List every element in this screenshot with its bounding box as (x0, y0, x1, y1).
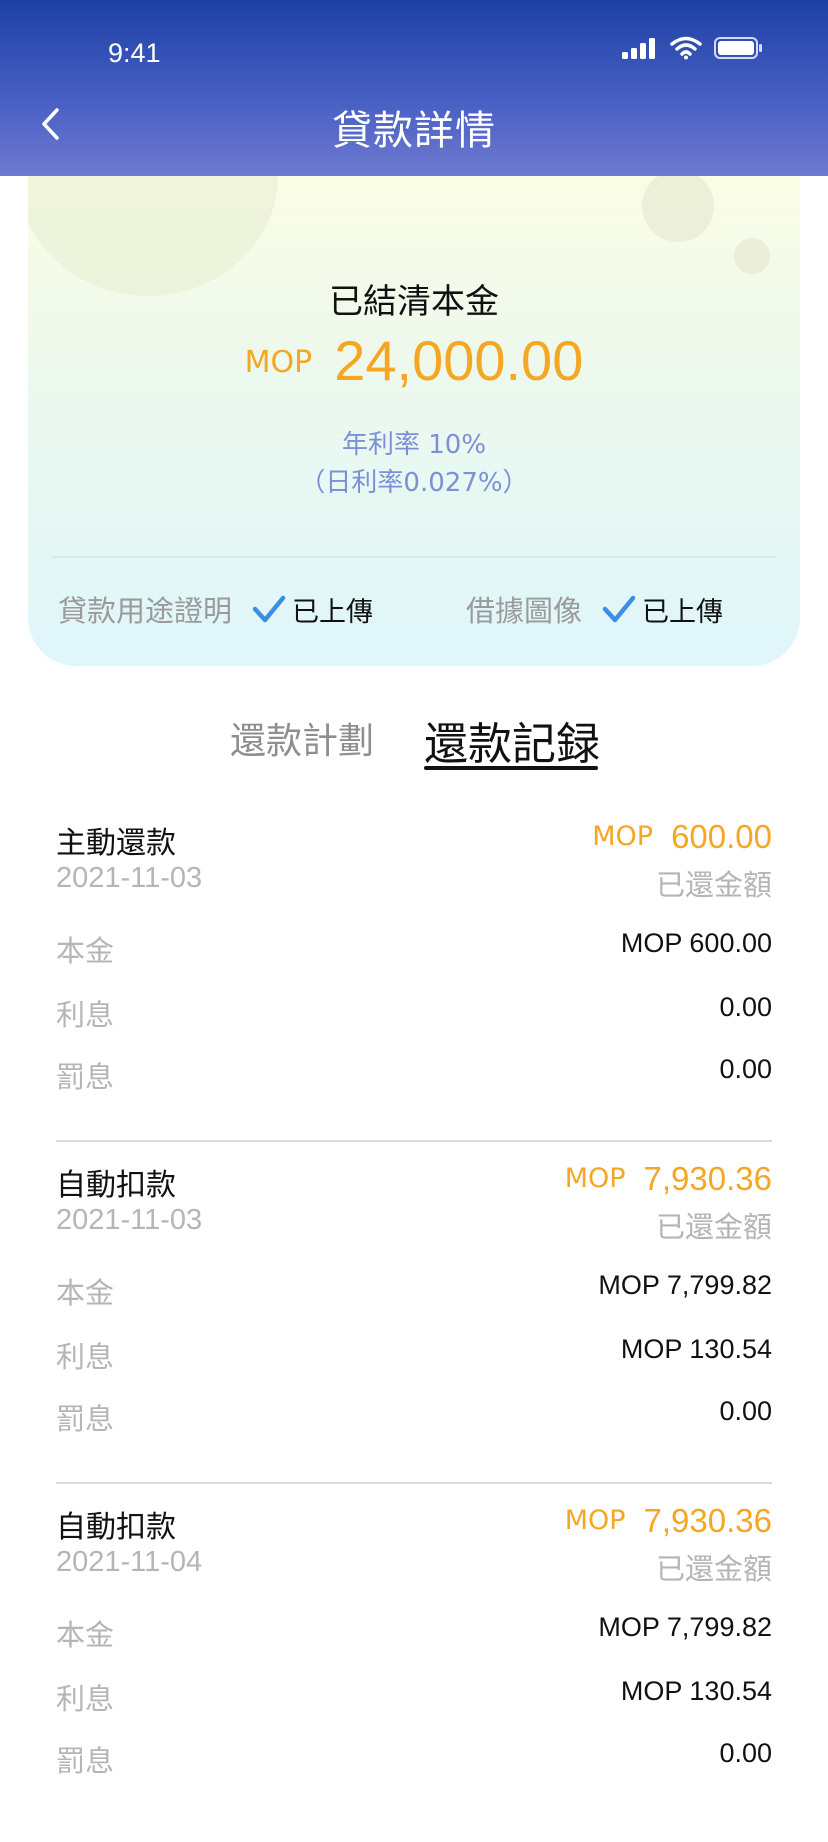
record-title: 自動扣款 (56, 1168, 176, 1203)
principal-row: 本金 MOP 7,799.82 (56, 1270, 772, 1310)
row-value: 0.00 (719, 1396, 772, 1426)
record-amount: MOP 7,930.36 (565, 1502, 772, 1540)
list-item[interactable]: 自動扣款 2021-11-03 MOP 7,930.36 已還金額 本金 MOP … (0, 1142, 828, 1484)
row-label: 本金 (56, 1276, 115, 1310)
principal-row: 本金 MOP 7,799.82 (56, 1612, 772, 1652)
record-date: 2021-11-04 (56, 1546, 203, 1578)
doc-label: 借據圖像 (466, 594, 583, 628)
record-title: 自動扣款 (56, 1510, 176, 1545)
row-label: 本金 (56, 934, 115, 968)
currency-label: MOP (244, 345, 313, 380)
row-label: 本金 (56, 1618, 115, 1652)
row-label: 罰息 (56, 1744, 115, 1778)
page-title: 貸款詳情 (332, 108, 496, 154)
status-icons (622, 36, 764, 60)
settled-principal-amount: MOP 24,000.00 (28, 328, 800, 393)
amount-value: 7,930.36 (643, 1502, 772, 1539)
row-value: 0.00 (719, 1738, 772, 1768)
active-tab-indicator (424, 766, 598, 770)
amount-value: 24,000.00 (334, 329, 584, 392)
interest-row: 利息 0.00 (56, 992, 772, 1032)
row-value: MOP 130.54 (620, 1334, 772, 1364)
list-item[interactable]: 主動還款 2021-11-03 MOP 600.00 已還金額 本金 MOP 60… (0, 800, 828, 1142)
daily-rate: （日利率0.027%） (299, 468, 529, 498)
currency-label: MOP (592, 821, 654, 852)
tab-bar: 還款計劃 還款記録 (0, 708, 828, 770)
penalty-row: 罰息 0.00 (56, 1054, 772, 1094)
signal-icon (622, 38, 655, 59)
tab-repayment-record[interactable]: 還款記録 (424, 708, 600, 772)
decor-bubble (642, 176, 714, 242)
penalty-row: 罰息 0.00 (56, 1396, 772, 1436)
paid-amount-label: 已還金額 (655, 1210, 772, 1244)
doc-label: 貸款用途證明 (58, 594, 233, 628)
row-label: 罰息 (56, 1402, 115, 1436)
tab-repayment-plan[interactable]: 還款計劃 (230, 712, 374, 764)
interest-row: 利息 MOP 130.54 (56, 1676, 772, 1716)
doc-purpose-proof[interactable]: 貸款用途證明 已上傳 (58, 588, 373, 630)
card-divider (52, 556, 776, 558)
record-date: 2021-11-03 (56, 1204, 203, 1236)
record-title: 主動還款 (56, 826, 176, 861)
row-label: 罰息 (56, 1060, 115, 1094)
row-value: MOP 7,799.82 (598, 1612, 772, 1642)
row-value: 0.00 (719, 992, 772, 1022)
loan-summary-card: 已結清本金 MOP 24,000.00 年利率 10% （日利率0.027%） 貸… (28, 176, 800, 666)
record-date: 2021-11-03 (56, 862, 203, 894)
row-label: 利息 (56, 1682, 115, 1716)
doc-status: 已上傳 (642, 596, 724, 628)
annual-rate: 年利率 10% (341, 430, 487, 460)
record-amount: MOP 600.00 (592, 818, 772, 856)
row-label: 利息 (56, 1340, 115, 1374)
status-time: 9:41 (108, 38, 161, 68)
battery-icon (714, 37, 762, 59)
amount-value: 600.00 (671, 818, 772, 855)
check-icon (602, 595, 636, 623)
record-amount: MOP 7,930.36 (565, 1160, 772, 1198)
currency-label: MOP (564, 1163, 626, 1194)
doc-iou-image[interactable]: 借據圖像 已上傳 (466, 588, 723, 630)
row-value: 0.00 (719, 1054, 772, 1084)
list-item[interactable]: 自動扣款 2021-11-04 MOP 7,930.36 已還金額 本金 MOP … (0, 1484, 828, 1826)
row-value: MOP 7,799.82 (598, 1270, 772, 1300)
amount-value: 7,930.36 (643, 1160, 772, 1197)
row-value: MOP 130.54 (620, 1676, 772, 1706)
settled-principal-label: 已結清本金 (329, 282, 499, 322)
interest-row: 利息 MOP 130.54 (56, 1334, 772, 1374)
currency-label: MOP (564, 1505, 626, 1536)
decor-bubble (734, 238, 770, 274)
row-label: 利息 (56, 998, 115, 1032)
penalty-row: 罰息 0.00 (56, 1738, 772, 1778)
wifi-icon (670, 36, 702, 60)
principal-row: 本金 MOP 600.00 (56, 928, 772, 968)
check-icon (252, 595, 286, 623)
repayment-record-list: 主動還款 2021-11-03 MOP 600.00 已還金額 本金 MOP 60… (0, 800, 828, 1826)
app-header: 9:41 貸款詳情 (0, 0, 828, 176)
paid-amount-label: 已還金額 (655, 1552, 772, 1586)
paid-amount-label: 已還金額 (655, 868, 772, 902)
row-value: MOP 600.00 (620, 928, 772, 958)
doc-status: 已上傳 (292, 596, 374, 628)
